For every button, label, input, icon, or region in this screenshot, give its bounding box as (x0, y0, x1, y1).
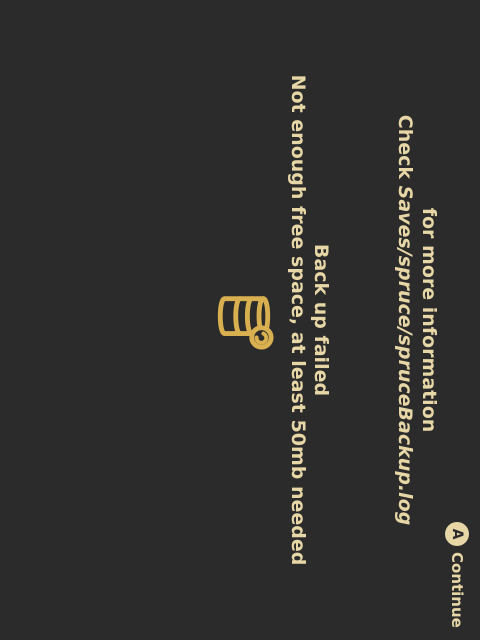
a-button-icon[interactable]: A (445, 522, 469, 546)
hint-prefix: Check (394, 114, 416, 186)
log-path: Saves/spruce/spruceBackup.log (394, 185, 416, 526)
database-sync-icon (217, 296, 274, 350)
error-title: Back up failed (310, 243, 332, 397)
log-hint-suffix: for more information (418, 207, 440, 433)
backup-error-screen: Back up failed Not enough free space, at… (0, 0, 480, 640)
icon-container (209, 0, 275, 640)
log-hint-line: Check Saves/spruce/spruceBackup.log (394, 0, 416, 640)
continue-label[interactable]: Continue (448, 552, 466, 628)
error-message: Not enough free space, at least 50mb nee… (287, 74, 309, 566)
continue-action[interactable]: A Continue (445, 522, 469, 628)
